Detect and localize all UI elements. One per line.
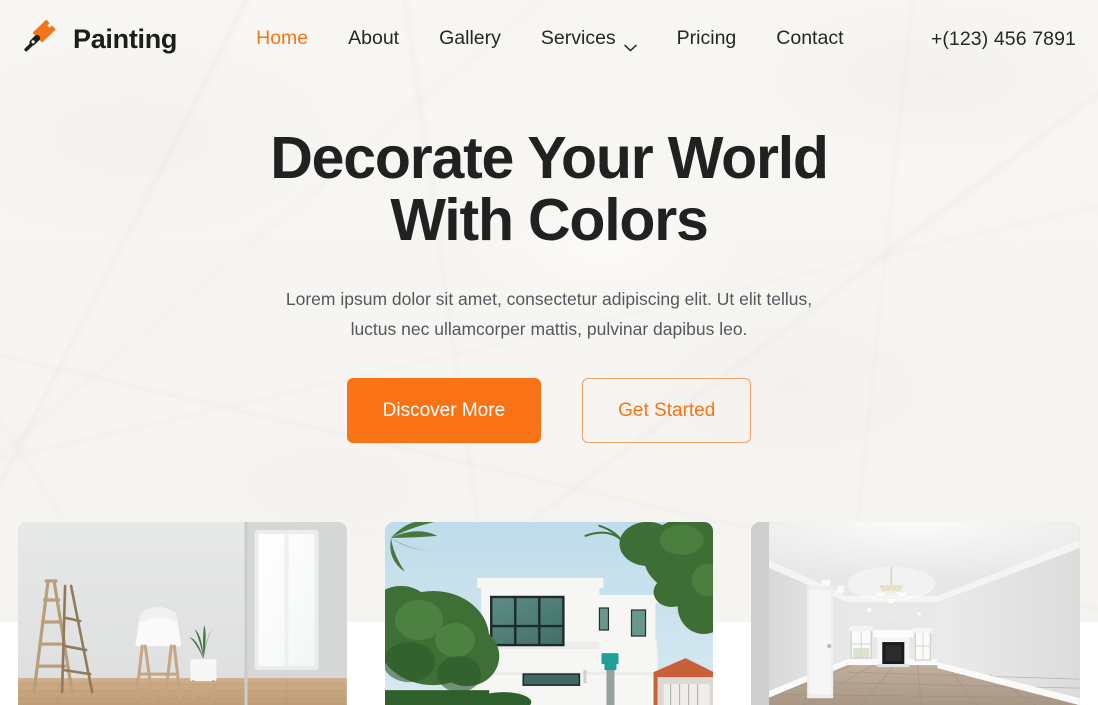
nav-item-home[interactable]: Home: [236, 29, 328, 49]
nav-item-label: Contact: [776, 27, 844, 50]
brand-name: Painting: [73, 23, 178, 54]
nav-item-pricing[interactable]: Pricing: [657, 29, 757, 49]
hero-subtitle: Lorem ipsum dolor sit amet, consectetur …: [0, 284, 1098, 344]
nav-item-label: About: [348, 27, 400, 50]
paintbrush-icon: [20, 18, 62, 60]
hero-title-line-1: Decorate Your World: [270, 125, 829, 191]
nav-item-label: Gallery: [439, 27, 501, 50]
site-header: Painting Home About Gallery Services Pri…: [0, 0, 1098, 78]
discover-more-button[interactable]: Discover More: [346, 378, 542, 444]
header-phone-number[interactable]: +(123) 456 7891: [931, 28, 1076, 51]
get-started-button[interactable]: Get Started: [582, 378, 752, 444]
gallery-strip: [18, 522, 1081, 705]
gallery-card-empty-room-with-ladder[interactable]: [18, 522, 347, 705]
nav-item-label: Home: [256, 27, 309, 50]
landing-page: Painting Home About Gallery Services Pri…: [0, 0, 1098, 705]
nav-item-contact[interactable]: Contact: [756, 29, 863, 49]
brand-logo[interactable]: Painting: [20, 18, 177, 60]
nav-item-label: Pricing: [676, 27, 737, 50]
hero-title: Decorate Your World With Colors: [0, 125, 1098, 253]
hero-title-line-2: With Colors: [390, 186, 708, 253]
gallery-card-modern-white-house[interactable]: [384, 522, 714, 705]
hero-subtitle-line-1: Lorem ipsum dolor sit amet, consectetur …: [285, 289, 813, 310]
gallery-card-empty-living-room[interactable]: [751, 522, 1081, 705]
nav-item-label: Services: [540, 27, 616, 50]
nav-item-about[interactable]: About: [328, 29, 419, 49]
nav-item-services[interactable]: Services: [521, 27, 657, 51]
hero-cta-group: Discover More Get Started: [0, 378, 1098, 444]
hero-section: Decorate Your World With Colors Lorem ip…: [0, 78, 1098, 444]
chevron-down-icon: [623, 37, 637, 51]
hero-subtitle-line-2: luctus nec ullamcorper mattis, pulvinar …: [350, 319, 748, 340]
main-navigation: Home About Gallery Services Pricing Cont…: [236, 27, 863, 51]
nav-item-gallery[interactable]: Gallery: [419, 29, 521, 49]
